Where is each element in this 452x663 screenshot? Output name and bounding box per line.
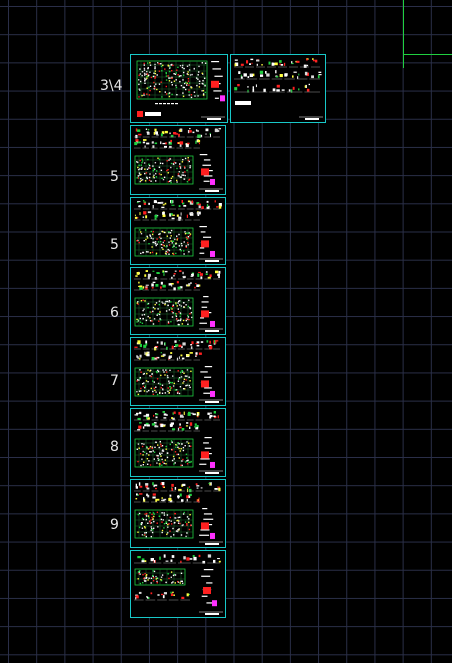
drawing-sheet-floor-8[interactable] [130, 408, 226, 477]
sheet-label-5b: 5 [110, 237, 119, 253]
drawing-sheet-roof[interactable] [130, 550, 226, 618]
drawing-sheet-floor-9[interactable] [130, 479, 226, 548]
drawing-sheet-floor-3-4[interactable] [130, 54, 228, 123]
sheet-label-3-4: 3\4 [100, 78, 123, 94]
sheet-label-5a: 5 [110, 169, 119, 185]
drawing-sheet-floor-6[interactable] [130, 267, 226, 335]
drawing-sheet-floor-7[interactable] [130, 337, 226, 406]
drawing-sheet-floor-5b[interactable] [130, 197, 226, 265]
sheet-label-9: 9 [110, 517, 119, 533]
drawing-sheet-floor-5a[interactable] [130, 125, 226, 195]
sheet-label-8: 8 [110, 439, 119, 455]
viewport-frame-tick [403, 54, 404, 68]
sheet-label-6: 6 [110, 305, 119, 321]
cad-model-space[interactable]: 3\4 5 5 6 7 8 9 [0, 0, 452, 663]
viewport-frame-corner [403, 0, 452, 55]
sheet-label-7: 7 [110, 373, 119, 389]
drawing-sheet-details[interactable] [230, 54, 326, 123]
